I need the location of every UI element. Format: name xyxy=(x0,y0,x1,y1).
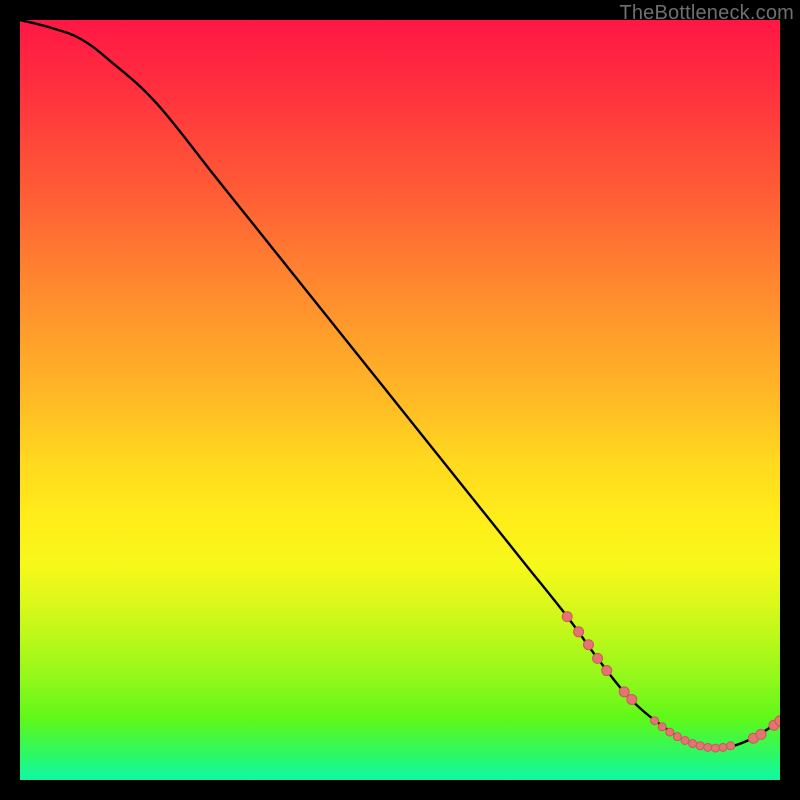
dot-bottom-7 xyxy=(696,742,704,750)
dot-bottom-11 xyxy=(727,742,735,750)
dot-cluster-left-5 xyxy=(602,666,612,676)
chart-overlay xyxy=(20,20,780,780)
plot-area xyxy=(20,20,780,780)
dot-cluster-left-2 xyxy=(574,627,584,637)
bottleneck-curve xyxy=(20,20,780,748)
dot-bottom-10 xyxy=(719,743,727,751)
dot-gap-dot-2 xyxy=(627,694,637,704)
dot-cluster-left-1 xyxy=(562,612,572,622)
dot-bottom-3 xyxy=(666,728,674,736)
dot-bottom-9 xyxy=(711,744,719,752)
dot-cluster-left-4 xyxy=(593,653,603,663)
dot-right-2 xyxy=(756,729,766,739)
dot-gap-dot-1 xyxy=(619,687,629,697)
dot-bottom-8 xyxy=(704,743,712,751)
dot-bottom-2 xyxy=(658,723,666,731)
dot-bottom-6 xyxy=(689,740,697,748)
chart-stage: TheBottleneck.com xyxy=(0,0,800,800)
dot-bottom-4 xyxy=(673,733,681,741)
dot-bottom-1 xyxy=(651,717,659,725)
dot-bottom-5 xyxy=(681,736,689,744)
data-dots xyxy=(562,612,780,752)
dot-cluster-left-3 xyxy=(583,640,593,650)
